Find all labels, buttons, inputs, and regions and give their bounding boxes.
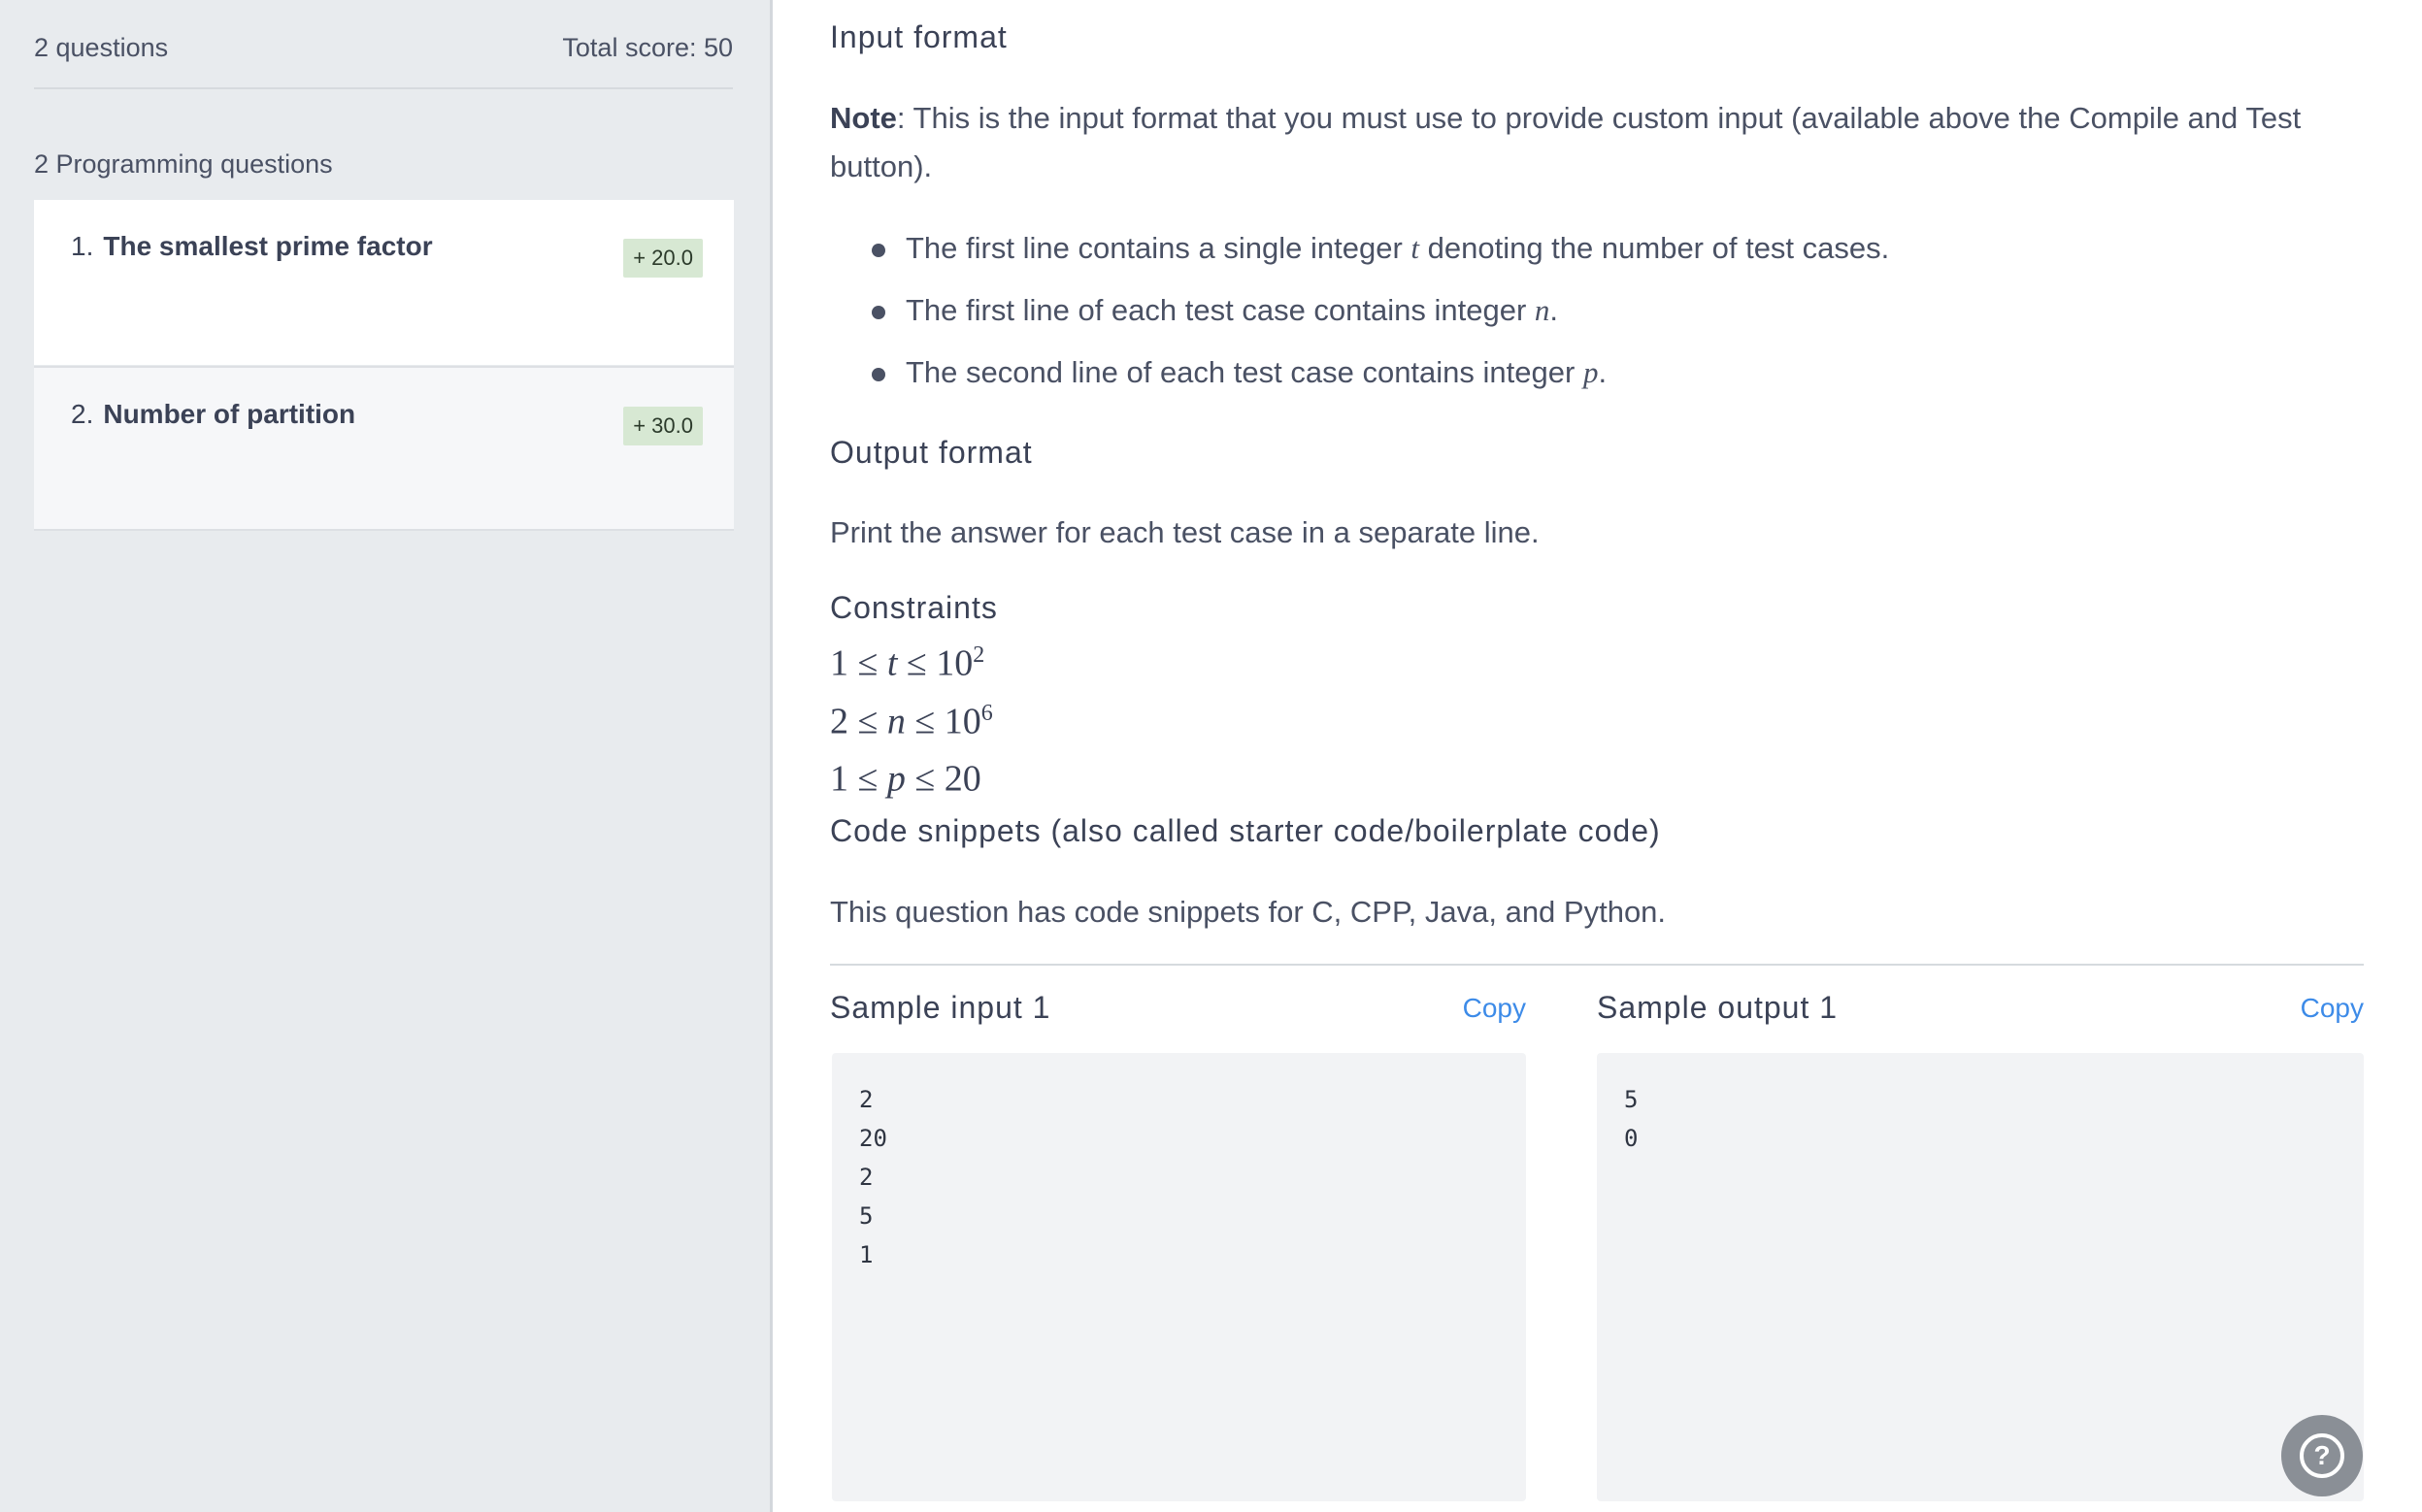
constraints-heading: Constraints (830, 590, 998, 625)
divider (830, 964, 2364, 966)
section-label: 2 Programming questions (34, 149, 333, 179)
copy-sample-input-button[interactable]: Copy (1463, 993, 1526, 1024)
output-format-heading: Output format (830, 435, 1033, 470)
question-title: 2. Number of partition (71, 399, 355, 430)
question-item-2[interactable]: 2. Number of partition + 30.0 (34, 366, 734, 531)
math-var: t (1410, 231, 1420, 265)
score-badge: + 30.0 (623, 407, 703, 445)
input-format-list: The first line contains a single integer… (830, 217, 2344, 404)
question-number: 1. (71, 231, 94, 261)
question-icon: ? (2300, 1433, 2344, 1478)
list-item: The second line of each test case contai… (830, 342, 2344, 404)
question-title: 1. The smallest prime factor (71, 231, 433, 262)
list-item: The first line contains a single integer… (830, 217, 2344, 279)
sample-input-title: Sample input 1 (830, 990, 1051, 1025)
constraint-line: 2 ≤ n ≤ 106 (830, 700, 993, 742)
score-badge: + 20.0 (623, 239, 703, 278)
sidebar-header: 2 questions Total score: 50 (34, 33, 733, 89)
constraint-line: 1 ≤ t ≤ 102 (830, 642, 985, 684)
code-snippets-heading: Code snippets (also called starter code/… (830, 813, 1661, 848)
code-snippets-text: This question has code snippets for C, C… (830, 895, 1667, 929)
list-item: The first line of each test case contain… (830, 279, 2344, 342)
question-item-1[interactable]: 1. The smallest prime factor + 20.0 (34, 200, 734, 365)
sample-input-header: Sample input 1 Copy (830, 990, 1526, 1026)
help-button[interactable]: ? (2281, 1415, 2363, 1496)
input-format-note: Note: This is the input format that you … (830, 94, 2344, 191)
output-format-text: Print the answer for each test case in a… (830, 515, 1540, 549)
constraints-list: 1 ≤ t ≤ 102 2 ≤ n ≤ 106 1 ≤ p ≤ 20 (830, 631, 993, 805)
note-text: : This is the input format that you must… (830, 101, 2302, 183)
sample-output-title: Sample output 1 (1597, 990, 1839, 1025)
sample-input-box[interactable]: 2 20 2 5 1 (832, 1053, 1526, 1501)
math-var: p (1582, 355, 1599, 389)
sample-output-header: Sample output 1 Copy (1597, 990, 2364, 1026)
question-name: The smallest prime factor (103, 231, 433, 261)
constraint-line: 1 ≤ p ≤ 20 (830, 758, 981, 800)
input-format-heading: Input format (830, 19, 1008, 54)
total-score: Total score: 50 (562, 33, 733, 62)
sample-output-box[interactable]: 5 0 (1597, 1053, 2364, 1501)
math-var: n (1534, 293, 1550, 327)
question-name: Number of partition (103, 399, 356, 429)
question-count: 2 questions (34, 33, 169, 62)
note-label: Note (830, 101, 897, 135)
question-number: 2. (71, 399, 94, 429)
copy-sample-output-button[interactable]: Copy (2301, 993, 2364, 1024)
question-sidebar: 2 questions Total score: 50 2 Programmin… (0, 0, 773, 1512)
problem-content: Input format Note: This is the input for… (830, 0, 2364, 1512)
